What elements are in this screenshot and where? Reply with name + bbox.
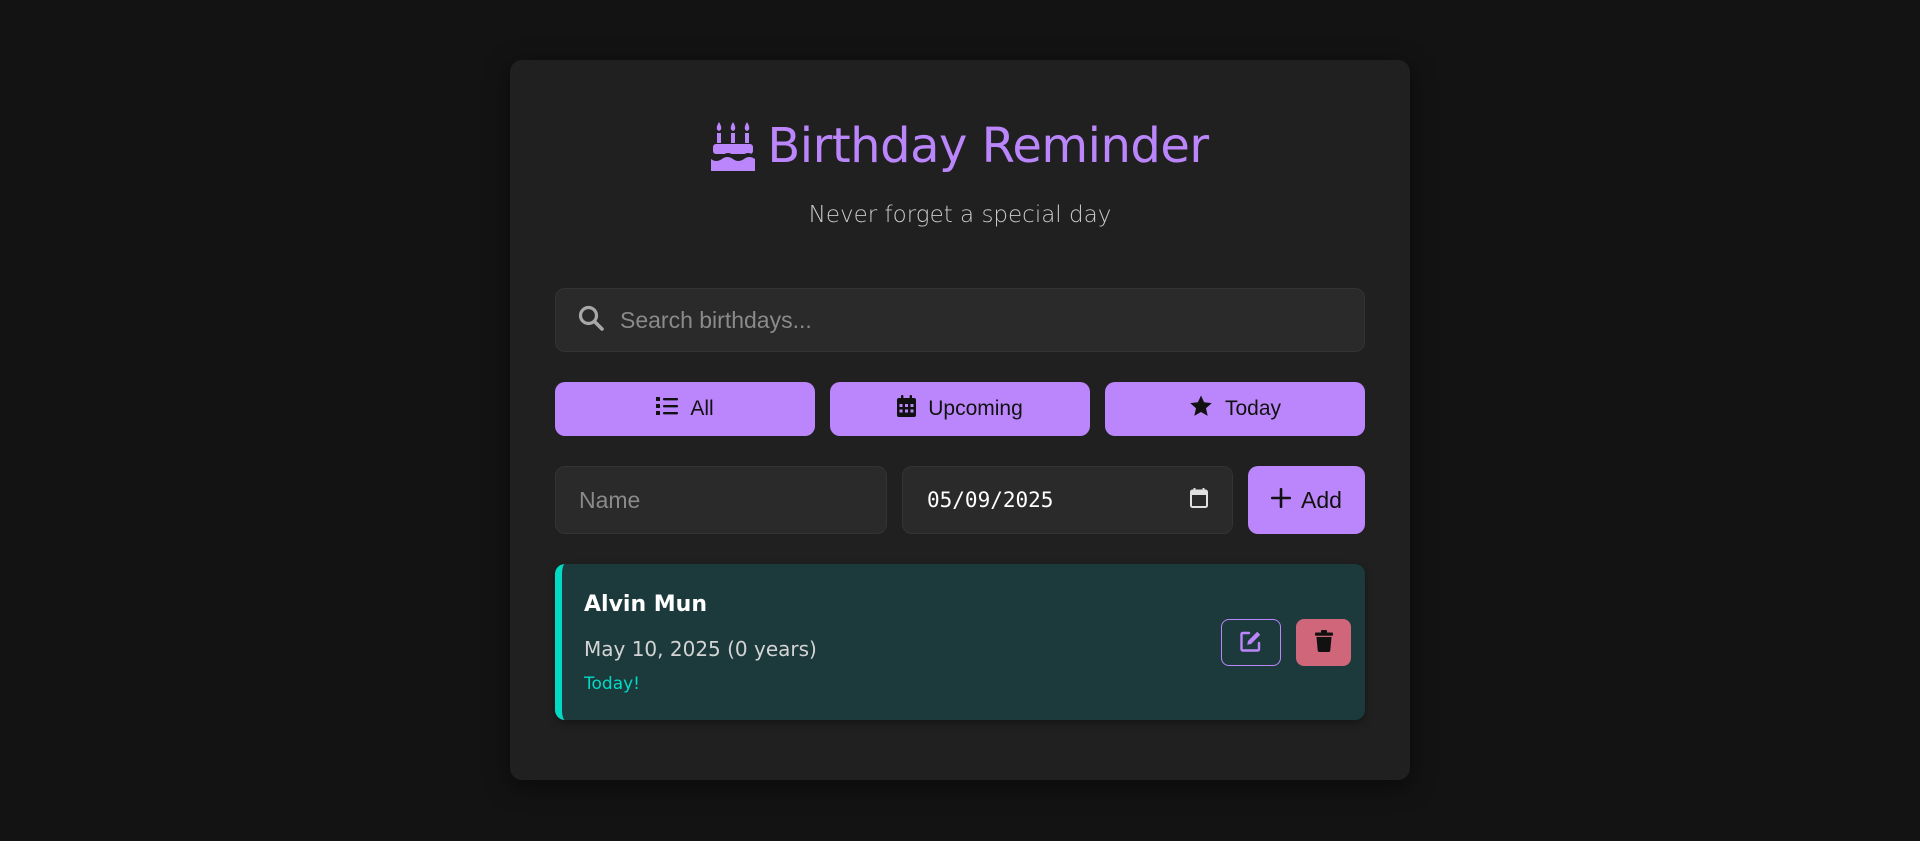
plus-icon	[1271, 487, 1292, 514]
birthday-status: Today!	[584, 674, 640, 694]
title-text: Birthday Reminder	[767, 118, 1209, 174]
birthday-name: Alvin Mun	[584, 592, 707, 617]
date-input[interactable]: 05/09/2025	[902, 466, 1233, 534]
birthday-list: Alvin Mun May 10, 2025 (0 years) Today!	[555, 564, 1365, 720]
filter-bar: All Upcoming Today	[555, 382, 1365, 436]
edit-button[interactable]	[1221, 619, 1281, 666]
star-icon	[1189, 395, 1213, 423]
calendar-picker-icon[interactable]	[1190, 487, 1208, 513]
add-birthday-form: 05/09/2025 Add	[555, 466, 1365, 534]
trash-icon	[1314, 630, 1333, 655]
add-button-label: Add	[1301, 486, 1342, 513]
search-input[interactable]	[618, 305, 1364, 335]
search-box[interactable]	[555, 288, 1365, 352]
page-title: Birthday Reminder	[555, 60, 1365, 176]
date-value: 05/09/2025	[927, 488, 1054, 512]
filter-today-label: Today	[1224, 397, 1282, 420]
delete-button[interactable]	[1296, 619, 1351, 666]
filter-all-button[interactable]: All	[555, 382, 815, 436]
add-button[interactable]: Add	[1248, 466, 1365, 534]
list-icon	[656, 396, 679, 422]
name-input[interactable]	[555, 466, 887, 534]
birthday-cake-icon	[711, 121, 756, 171]
app-card: Birthday Reminder Never forget a special…	[510, 60, 1410, 780]
subtitle: Never forget a special day	[808, 202, 1112, 228]
search-icon	[578, 305, 604, 336]
birthday-item: Alvin Mun May 10, 2025 (0 years) Today!	[555, 564, 1365, 720]
filter-all-label: All	[690, 397, 714, 420]
calendar-icon	[897, 395, 917, 423]
birthday-date: May 10, 2025 (0 years)	[584, 637, 817, 661]
filter-today-button[interactable]: Today	[1105, 382, 1365, 436]
edit-icon	[1240, 630, 1262, 655]
filter-upcoming-label: Upcoming	[928, 397, 1023, 420]
filter-upcoming-button[interactable]: Upcoming	[830, 382, 1090, 436]
